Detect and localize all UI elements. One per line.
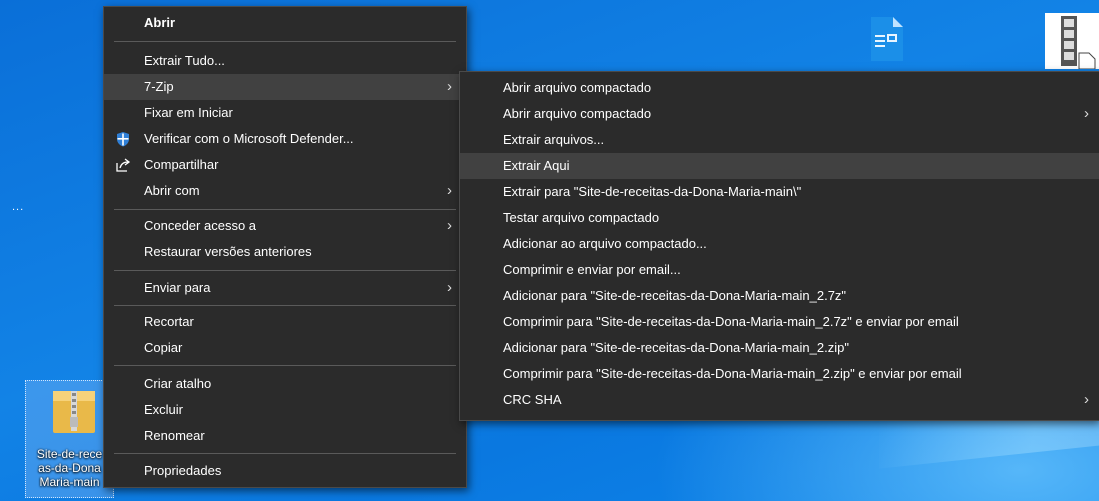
menu-item-label: Extrair arquivos... <box>503 132 605 147</box>
menu-item-7zip[interactable]: 7-Zip › <box>104 74 466 100</box>
menu-item-label: Extrair Tudo... <box>144 53 225 68</box>
menu-separator <box>114 365 456 366</box>
chevron-right-icon: › <box>1084 105 1089 122</box>
menu-item-label: Renomear <box>144 428 205 443</box>
submenu-item-comprimir-zip-email[interactable]: Comprimir para "Site-de-receitas-da-Dona… <box>460 361 1099 387</box>
menu-item-conceder-acesso[interactable]: Conceder acesso a › <box>104 213 466 239</box>
submenu-item-extrair-para[interactable]: Extrair para "Site-de-receitas-da-Dona-M… <box>460 179 1099 205</box>
submenu-item-adicionar-zip[interactable]: Adicionar para "Site-de-receitas-da-Dona… <box>460 335 1099 361</box>
menu-item-recortar[interactable]: Recortar <box>104 309 466 335</box>
menu-item-criar-atalho[interactable]: Criar atalho <box>104 371 466 397</box>
submenu-item-extrair-aqui[interactable]: Extrair Aqui <box>460 153 1099 179</box>
menu-item-compartilhar[interactable]: Compartilhar <box>104 152 466 178</box>
menu-item-copiar[interactable]: Copiar <box>104 335 466 361</box>
menu-item-label: Extrair Aqui <box>503 158 570 173</box>
menu-item-label: Propriedades <box>144 463 222 478</box>
menu-item-abrir[interactable]: Abrir <box>104 10 466 36</box>
menu-item-label: CRC SHA <box>503 392 562 407</box>
menu-separator <box>114 41 456 42</box>
document-icon[interactable] <box>867 13 907 63</box>
menu-item-excluir[interactable]: Excluir <box>104 397 466 423</box>
submenu-item-testar-arquivo[interactable]: Testar arquivo compactado <box>460 205 1099 231</box>
zip-folder-icon <box>53 391 95 433</box>
context-menu: Abrir Extrair Tudo... 7-Zip › Fixar em I… <box>103 6 467 488</box>
share-icon <box>116 158 131 172</box>
menu-item-enviar-para[interactable]: Enviar para › <box>104 275 466 301</box>
menu-item-label: Abrir arquivo compactado <box>503 80 652 95</box>
submenu-item-extrair-arquivos[interactable]: Extrair arquivos... <box>460 127 1099 153</box>
menu-item-abrir-com[interactable]: Abrir com › <box>104 178 466 204</box>
menu-item-label: Comprimir para "Site-de-receitas-da-Dona… <box>503 314 959 329</box>
menu-item-label: Verificar com o Microsoft Defender... <box>144 131 354 146</box>
submenu-item-abrir-arquivo-sub[interactable]: Abrir arquivo compactado › <box>460 101 1099 127</box>
menu-item-label: Abrir <box>144 15 176 30</box>
menu-item-label: Conceder acesso a <box>144 218 257 233</box>
menu-item-label: Extrair para "Site-de-receitas-da-Dona-M… <box>503 184 802 199</box>
chevron-right-icon: › <box>447 279 452 296</box>
menu-item-label: Compartilhar <box>144 157 219 172</box>
menu-item-verificar-defender[interactable]: Verificar com o Microsoft Defender... <box>104 126 466 152</box>
submenu-item-adicionar-ao-arquivo[interactable]: Adicionar ao arquivo compactado... <box>460 231 1099 257</box>
menu-item-extrair-tudo[interactable]: Extrair Tudo... <box>104 48 466 74</box>
menu-item-label: Testar arquivo compactado <box>503 210 660 225</box>
menu-separator <box>114 453 456 454</box>
menu-separator <box>114 305 456 306</box>
menu-item-label: Adicionar para "Site-de-receitas-da-Dona… <box>503 288 847 303</box>
menu-item-label: Comprimir para "Site-de-receitas-da-Dona… <box>503 366 962 381</box>
menu-item-label: Fixar em Iniciar <box>144 105 233 120</box>
menu-item-label: 7-Zip <box>144 79 174 94</box>
defender-shield-icon <box>117 132 129 147</box>
submenu-item-comprimir-email[interactable]: Comprimir e enviar por email... <box>460 257 1099 283</box>
menu-item-renomear[interactable]: Renomear <box>104 423 466 449</box>
submenu-item-adicionar-7z[interactable]: Adicionar para "Site-de-receitas-da-Dona… <box>460 283 1099 309</box>
menu-item-label: Enviar para <box>144 280 211 295</box>
menu-item-label: Criar atalho <box>144 376 212 391</box>
submenu-item-crc-sha[interactable]: CRC SHA › <box>460 387 1099 413</box>
chevron-right-icon: › <box>447 217 452 234</box>
chevron-right-icon: › <box>447 78 452 95</box>
chevron-right-icon: › <box>447 182 452 199</box>
zip-file-label: Site-de-rece as-da-Dona Maria-main <box>36 447 103 489</box>
menu-item-label: Abrir com <box>144 183 200 198</box>
menu-separator <box>114 209 456 210</box>
menu-item-label: Adicionar para "Site-de-receitas-da-Dona… <box>503 340 849 355</box>
menu-item-label: Abrir arquivo compactado <box>503 106 652 121</box>
menu-item-label: Adicionar ao arquivo compactado... <box>503 236 707 251</box>
menu-item-fixar-em-iniciar[interactable]: Fixar em Iniciar <box>104 100 466 126</box>
zip-file-desktop-icon[interactable]: Site-de-rece as-da-Dona Maria-main <box>25 380 114 498</box>
menu-item-label: Restaurar versões anteriores <box>144 244 312 259</box>
menu-item-restaurar-versoes[interactable]: Restaurar versões anteriores <box>104 239 466 265</box>
menu-item-label: Excluir <box>144 402 184 417</box>
submenu-item-comprimir-7z-email[interactable]: Comprimir para "Site-de-receitas-da-Dona… <box>460 309 1099 335</box>
chevron-right-icon: › <box>1084 391 1089 408</box>
7zip-submenu: Abrir arquivo compactado Abrir arquivo c… <box>459 71 1099 421</box>
menu-item-label: Copiar <box>144 340 183 355</box>
submenu-item-abrir-arquivo[interactable]: Abrir arquivo compactado <box>460 75 1099 101</box>
desktop-truncated-label: ... <box>12 201 25 213</box>
menu-separator <box>114 270 456 271</box>
menu-item-label: Recortar <box>144 314 194 329</box>
menu-item-propriedades[interactable]: Propriedades <box>104 458 466 484</box>
video-file-icon[interactable] <box>1045 13 1099 70</box>
menu-item-label: Comprimir e enviar por email... <box>503 262 681 277</box>
